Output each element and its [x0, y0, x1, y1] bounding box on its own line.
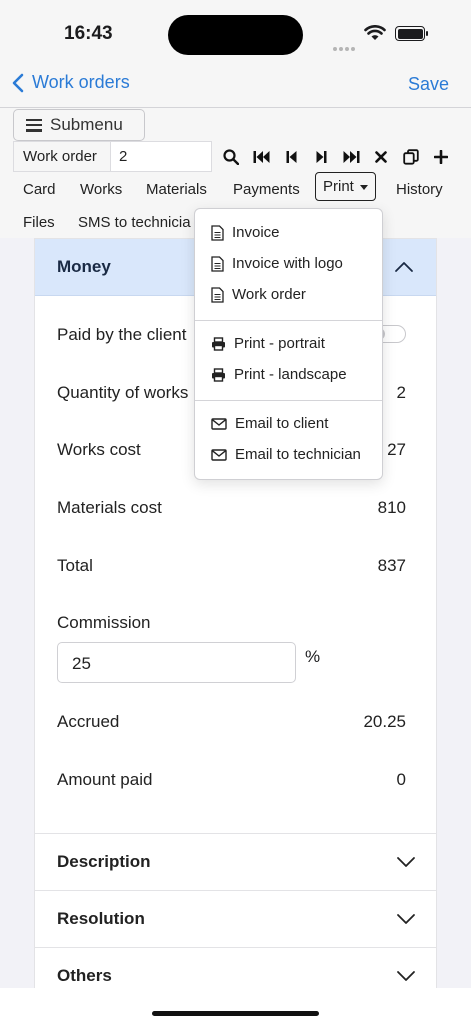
battery-icon — [395, 26, 425, 41]
work-order-input[interactable]: 2 — [110, 141, 212, 172]
search-icon[interactable] — [216, 146, 246, 168]
save-button[interactable]: Save — [408, 74, 449, 95]
document-icon — [211, 255, 224, 272]
tab-history[interactable]: History — [396, 181, 443, 198]
quantity-of-works-value: 2 — [396, 383, 406, 402]
menu-item-print-landscape[interactable]: Print - landscape — [211, 366, 347, 383]
money-title: Money — [57, 257, 111, 276]
accrued-label: Accrued — [57, 712, 120, 731]
copy-icon[interactable] — [396, 146, 426, 168]
next-record-icon[interactable] — [306, 146, 336, 168]
accrued-row: Accrued 20.25 — [57, 712, 406, 732]
submenu-button[interactable]: Submenu — [13, 109, 145, 141]
first-record-icon[interactable] — [246, 146, 276, 168]
menu-item-email-to-client[interactable]: Email to client — [211, 415, 328, 432]
chevron-up-icon — [395, 262, 413, 272]
section-description[interactable]: Description — [35, 833, 436, 890]
commission-input[interactable]: 25 — [57, 642, 296, 683]
menu-item-print-portrait[interactable]: Print - portrait — [211, 335, 325, 352]
section-resolution[interactable]: Resolution — [35, 890, 436, 947]
status-bar: 16:43 — [0, 0, 471, 62]
status-time: 16:43 — [64, 23, 113, 44]
accrued-value: 20.25 — [363, 712, 406, 731]
print-dropdown-menu: Invoice Invoice with logo Work order Pri… — [194, 208, 383, 480]
back-label: Work orders — [32, 72, 130, 92]
printer-icon — [212, 336, 225, 351]
cellular-signal-icon — [333, 38, 357, 56]
tab-sms-to-technician[interactable]: SMS to technicia — [78, 214, 194, 231]
field-row: Total 837 — [57, 556, 406, 576]
tab-print-label: Print — [323, 178, 354, 195]
section-title: Description — [57, 852, 151, 871]
tab-print[interactable]: Print — [315, 172, 376, 201]
chevron-down-icon — [397, 971, 415, 981]
commission-unit: % — [305, 647, 321, 666]
work-order-label: Work order — [13, 141, 110, 172]
add-icon[interactable] — [426, 146, 456, 168]
wifi-icon — [364, 25, 386, 46]
works-cost-label: Works cost — [57, 440, 141, 459]
caret-down-icon — [359, 184, 368, 190]
total-label: Total — [57, 556, 93, 575]
last-record-icon[interactable] — [336, 146, 366, 168]
dynamic-island — [168, 15, 303, 55]
menu-divider — [195, 320, 382, 321]
menu-item-invoice-with-logo[interactable]: Invoice with logo — [211, 255, 343, 272]
commission-label: Commission — [57, 613, 151, 632]
amount-paid-value: 0 — [396, 770, 406, 789]
field-row: Materials cost 810 — [57, 498, 406, 518]
envelope-icon — [211, 448, 227, 461]
home-indicator[interactable] — [152, 1011, 319, 1016]
section-title: Resolution — [57, 909, 145, 928]
paid-by-client-label: Paid by the client — [57, 325, 187, 344]
quantity-of-works-label: Quantity of works — [57, 383, 189, 402]
works-cost-value: 27 — [387, 440, 406, 459]
tab-works[interactable]: Works — [80, 181, 122, 198]
total-value: 837 — [377, 556, 406, 575]
printer-icon — [212, 367, 225, 382]
menu-item-invoice[interactable]: Invoice — [211, 224, 280, 241]
previous-record-icon[interactable] — [276, 146, 306, 168]
tab-files[interactable]: Files — [23, 214, 55, 231]
section-title: Others — [57, 966, 112, 985]
materials-cost-label: Materials cost — [57, 498, 162, 517]
home-area — [0, 988, 471, 1024]
navigation-bar: Work orders Save — [0, 62, 471, 108]
document-icon — [211, 286, 224, 303]
submenu-label: Submenu — [50, 115, 123, 134]
hamburger-icon — [26, 118, 42, 132]
materials-cost-value: 810 — [377, 498, 406, 517]
amount-paid-row: Amount paid 0 — [57, 770, 406, 790]
chevron-left-icon — [12, 73, 24, 92]
menu-divider — [195, 400, 382, 401]
tab-payments[interactable]: Payments — [233, 181, 300, 198]
menu-item-work-order[interactable]: Work order — [211, 286, 306, 303]
envelope-icon — [211, 417, 227, 430]
commission-row: Commission — [57, 613, 406, 633]
menu-item-email-to-technician[interactable]: Email to technician — [211, 446, 361, 463]
back-button[interactable]: Work orders — [12, 72, 130, 93]
tab-card[interactable]: Card — [23, 181, 56, 198]
amount-paid-label: Amount paid — [57, 770, 153, 789]
document-icon — [211, 224, 224, 241]
tab-materials[interactable]: Materials — [146, 181, 207, 198]
record-navigation — [216, 146, 456, 168]
chevron-down-icon — [397, 857, 415, 867]
chevron-down-icon — [397, 914, 415, 924]
delete-icon[interactable] — [366, 146, 396, 168]
